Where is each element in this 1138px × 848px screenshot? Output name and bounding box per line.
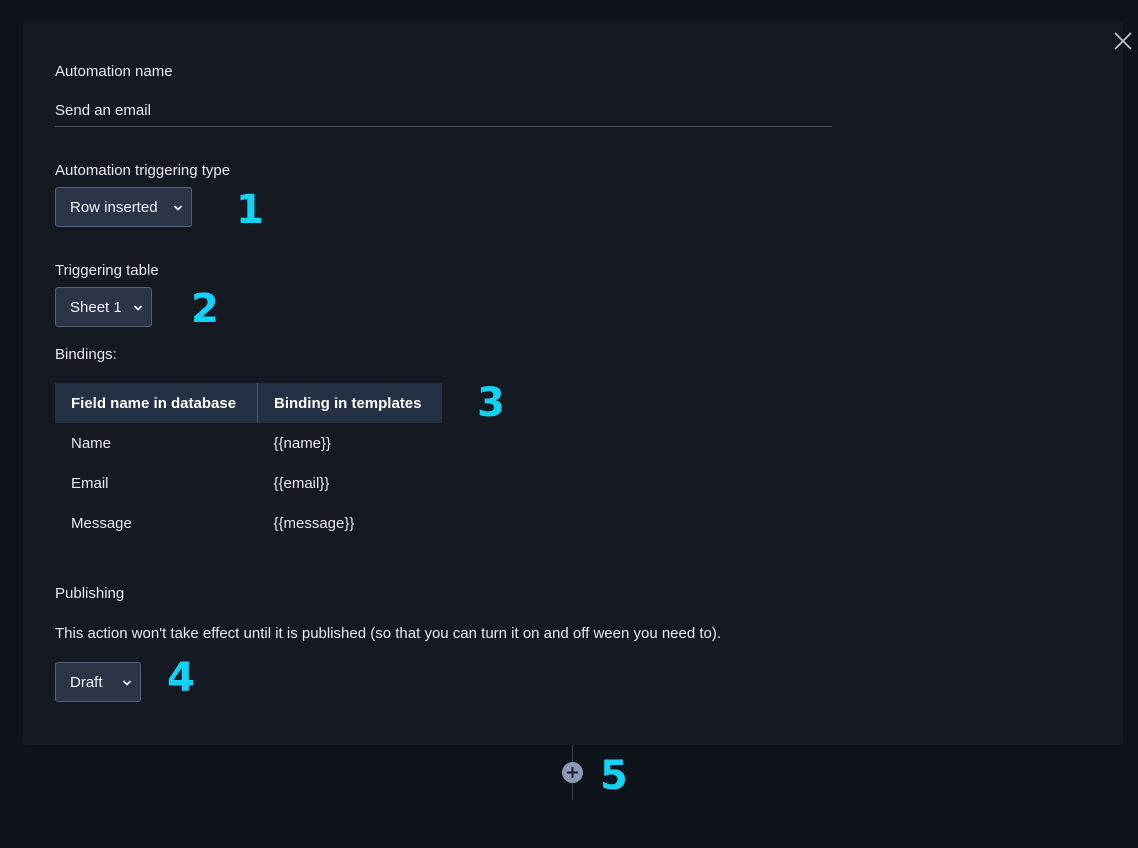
add-step-button[interactable] bbox=[562, 762, 583, 783]
annotation-4: 4 bbox=[167, 655, 195, 701]
table-row: Message {{message}} bbox=[55, 503, 442, 543]
publishing-label: Publishing bbox=[55, 585, 125, 602]
triggering-table-select[interactable]: Sheet 1 bbox=[55, 287, 152, 327]
table-header-row: Field name in database Binding in templa… bbox=[55, 383, 442, 423]
trigger-type-value: Row inserted bbox=[70, 198, 158, 216]
plus-circle-icon bbox=[567, 767, 578, 778]
annotation-5: 5 bbox=[600, 753, 628, 799]
binding-cell: {{name}} bbox=[273, 434, 332, 452]
trigger-type-select[interactable]: Row inserted bbox=[55, 187, 192, 227]
table-row: Email {{email}} bbox=[55, 463, 442, 503]
table-row: Name {{name}} bbox=[55, 423, 442, 463]
publishing-select[interactable]: Draft bbox=[55, 662, 141, 702]
binding-cell: {{email}} bbox=[273, 474, 330, 492]
binding-cell: {{message}} bbox=[273, 514, 355, 532]
trigger-type-label: Automation triggering type bbox=[55, 162, 231, 179]
publishing-note: This action won't take effect until it i… bbox=[55, 625, 722, 642]
automation-name-label: Automation name bbox=[55, 63, 173, 80]
close-button[interactable] bbox=[1106, 22, 1138, 58]
triggering-table-value: Sheet 1 bbox=[70, 298, 122, 316]
annotation-2: 2 bbox=[191, 286, 219, 332]
field-name-cell: Name bbox=[71, 434, 112, 452]
bindings-table: Field name in database Binding in templa… bbox=[55, 383, 442, 543]
annotation-1: 1 bbox=[236, 187, 264, 233]
triggering-table-label: Triggering table bbox=[55, 262, 159, 279]
automation-name-input[interactable] bbox=[55, 94, 832, 127]
chevron-down-icon bbox=[173, 205, 183, 211]
publishing-value: Draft bbox=[70, 673, 103, 691]
column-header: Binding in templates bbox=[256, 383, 442, 423]
bindings-label: Bindings: bbox=[55, 346, 117, 363]
column-header: Field name in database bbox=[55, 383, 258, 423]
close-icon bbox=[1114, 32, 1132, 50]
annotation-3: 3 bbox=[477, 380, 505, 426]
field-name-cell: Message bbox=[71, 514, 132, 532]
field-name-cell: Email bbox=[71, 474, 109, 492]
chevron-down-icon bbox=[122, 680, 132, 686]
chevron-down-icon bbox=[133, 305, 143, 311]
